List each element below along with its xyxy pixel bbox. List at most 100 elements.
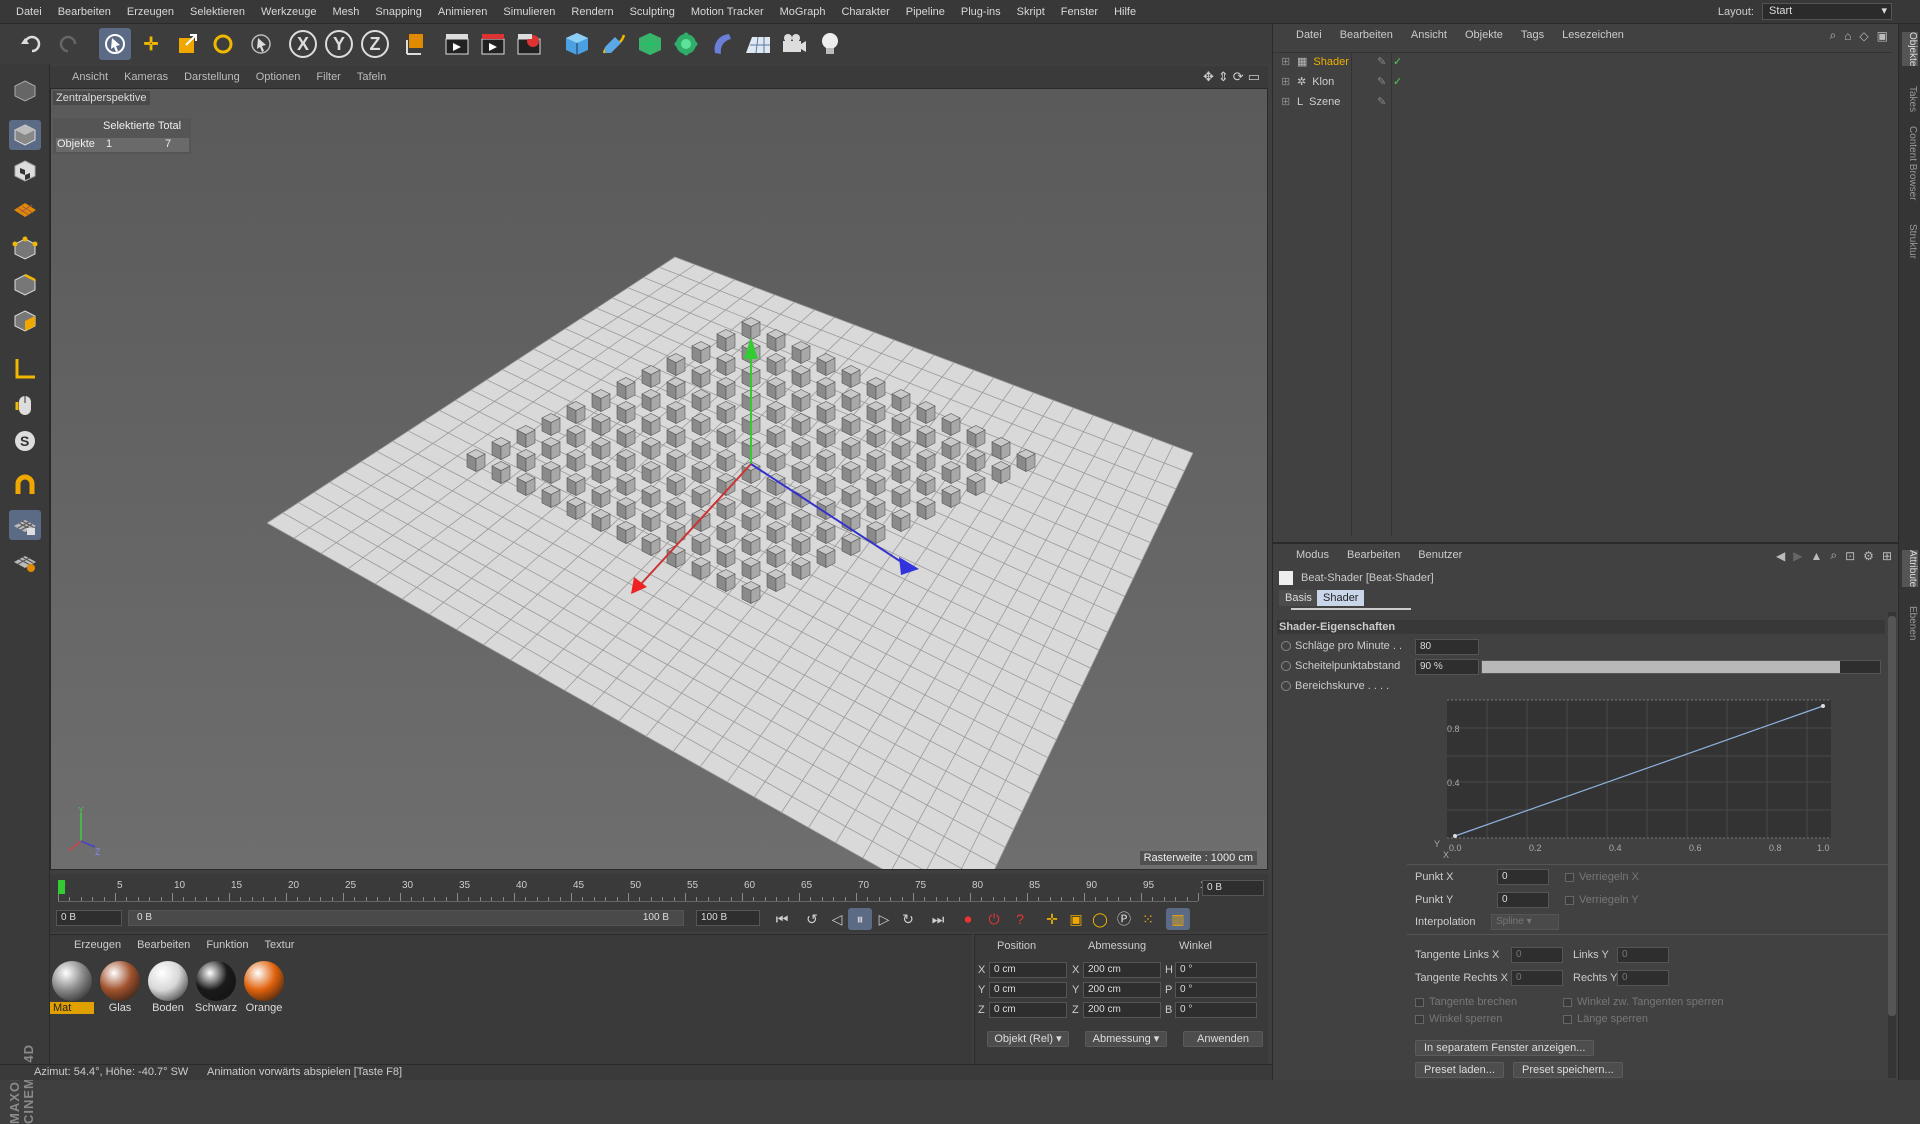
menu-motion-tracker[interactable]: Motion Tracker bbox=[683, 0, 772, 24]
key-parameter-button[interactable]: Ⓟ bbox=[1112, 908, 1136, 930]
edit-visibility-icon[interactable]: ✎ bbox=[1377, 92, 1386, 112]
rotate-tool-button[interactable] bbox=[207, 28, 239, 60]
menu-rendern[interactable]: Rendern bbox=[563, 0, 621, 24]
lock-length-checkbox[interactable]: Länge sperren bbox=[1563, 1012, 1648, 1026]
axis-x-lock[interactable]: X bbox=[289, 30, 317, 58]
peak-slider[interactable] bbox=[1481, 660, 1881, 674]
tangent-left-y-field[interactable]: 0 bbox=[1617, 947, 1669, 963]
play-pause-button[interactable]: ⏸ bbox=[848, 908, 872, 930]
open-separate-window-button[interactable]: In separatem Fenster anzeigen... bbox=[1415, 1040, 1595, 1056]
obj-menu-lesezeichen[interactable]: Lesezeichen bbox=[1553, 24, 1633, 46]
pan-icon[interactable]: ✥ bbox=[1203, 69, 1214, 85]
range-slider[interactable]: 0 B 100 B bbox=[128, 910, 684, 926]
mograph-cloner-button[interactable] bbox=[670, 28, 702, 60]
light-button[interactable] bbox=[814, 28, 846, 60]
tweak-mode-button[interactable] bbox=[9, 390, 41, 420]
make-editable-button[interactable] bbox=[9, 76, 41, 106]
layer-icon[interactable]: ◇ bbox=[1859, 29, 1868, 43]
material-swatch[interactable]: Orange bbox=[242, 959, 286, 1017]
rotation-b-field[interactable]: 0 ° bbox=[1175, 1002, 1257, 1018]
menu-fenster[interactable]: Fenster bbox=[1053, 0, 1106, 24]
edit-visibility-icon[interactable]: ✎ bbox=[1377, 52, 1386, 72]
attr-menu-bearbeiten[interactable]: Bearbeiten bbox=[1338, 544, 1409, 566]
menu-werkzeuge[interactable]: Werkzeuge bbox=[253, 0, 324, 24]
search-icon[interactable]: ⌕ bbox=[1830, 548, 1837, 563]
enabled-check-icon[interactable]: ✓ bbox=[1393, 72, 1402, 92]
go-to-end-button[interactable]: ⏭ bbox=[926, 908, 950, 930]
lock-icon[interactable]: ⊡ bbox=[1845, 549, 1855, 563]
obj-menu-ansicht[interactable]: Ansicht bbox=[1402, 24, 1456, 46]
deformer-button[interactable] bbox=[706, 28, 738, 60]
lock-y-checkbox[interactable]: Verriegeln Y bbox=[1565, 893, 1639, 907]
bpm-field[interactable]: 80 bbox=[1415, 639, 1479, 655]
tangent-left-x-field[interactable]: 0 bbox=[1511, 947, 1563, 963]
planar-workplane-button[interactable] bbox=[9, 546, 41, 576]
object-row-szene[interactable]: ⊞ L Szene ✎ bbox=[1281, 92, 1386, 112]
expand-toggle-icon[interactable]: ⊞ bbox=[1281, 72, 1291, 92]
render-picture-viewer-button[interactable] bbox=[477, 28, 509, 60]
side-tab-struktur[interactable]: Struktur bbox=[1902, 224, 1918, 259]
menu-sculpting[interactable]: Sculpting bbox=[622, 0, 683, 24]
material-swatch[interactable]: Schwarz bbox=[194, 959, 238, 1017]
expand-icon[interactable]: ▣ bbox=[1877, 29, 1888, 43]
object-row-shader[interactable]: ⊞ ▦ Shader ✎ ✓ bbox=[1281, 52, 1402, 72]
menu-plugins[interactable]: Plug-ins bbox=[953, 0, 1009, 24]
render-view-button[interactable] bbox=[441, 28, 473, 60]
undo-button[interactable] bbox=[16, 28, 48, 60]
menu-snapping[interactable]: Snapping bbox=[367, 0, 430, 24]
attr-menu-modus[interactable]: Modus bbox=[1287, 544, 1338, 566]
up-arrow-icon[interactable]: ▲ bbox=[1810, 549, 1822, 563]
polygons-mode-button[interactable] bbox=[9, 306, 41, 336]
new-panel-icon[interactable]: ⊞ bbox=[1882, 549, 1892, 563]
snapping-button[interactable]: S bbox=[9, 426, 41, 456]
spline-pen-button[interactable] bbox=[598, 28, 630, 60]
menu-selektieren[interactable]: Selektieren bbox=[182, 0, 253, 24]
workplane-mode-button[interactable] bbox=[9, 192, 41, 222]
size-x-field[interactable]: 200 cm bbox=[1083, 962, 1161, 978]
expand-toggle-icon[interactable]: ⊞ bbox=[1281, 92, 1291, 112]
lock-angle-checkbox[interactable]: Winkel sperren bbox=[1415, 1012, 1502, 1026]
go-to-start-button[interactable]: ⏮ bbox=[770, 908, 794, 930]
current-frame-field[interactable]: 0 B bbox=[1202, 880, 1264, 896]
punkt-x-field[interactable]: 0 bbox=[1497, 869, 1549, 885]
spline-point-end[interactable] bbox=[1821, 704, 1825, 708]
texture-mode-button[interactable] bbox=[9, 156, 41, 186]
axis-y-lock[interactable]: Y bbox=[325, 30, 353, 58]
magnet-button[interactable] bbox=[9, 472, 41, 502]
keyframe-selection-button[interactable]: ? bbox=[1008, 908, 1032, 930]
points-mode-button[interactable] bbox=[9, 234, 41, 264]
camera-label[interactable]: Zentralperspektive bbox=[53, 91, 150, 105]
attr-scrollbar[interactable] bbox=[1888, 612, 1896, 1078]
mat-menu-textur[interactable]: Textur bbox=[257, 935, 303, 955]
previous-frame-button[interactable]: ◁ bbox=[825, 908, 849, 930]
scale-tool-button[interactable] bbox=[171, 28, 203, 60]
attr-menu-benutzer[interactable]: Benutzer bbox=[1409, 544, 1471, 566]
playhead[interactable] bbox=[58, 880, 65, 894]
attr-scrollbar-thumb[interactable] bbox=[1888, 616, 1896, 1016]
save-preset-button[interactable]: Preset speichern... bbox=[1513, 1062, 1623, 1078]
key-rotation-button[interactable]: ◯ bbox=[1088, 908, 1112, 930]
cube-button[interactable] bbox=[561, 28, 593, 60]
3d-viewport[interactable]: Zentralperspektive Selektierte Total Obj… bbox=[50, 88, 1268, 870]
orbit-icon[interactable]: ⟳ bbox=[1233, 69, 1244, 85]
zoom-icon[interactable]: ⇕ bbox=[1218, 69, 1229, 85]
break-tangents-checkbox[interactable]: Tangente brechen bbox=[1415, 995, 1517, 1009]
timeline-window-button[interactable]: ▥ bbox=[1166, 908, 1190, 930]
workplane-lock-button[interactable] bbox=[9, 510, 41, 540]
tab-basis[interactable]: Basis bbox=[1279, 590, 1318, 606]
size-mode-select[interactable]: Abmessung ▾ bbox=[1085, 1031, 1167, 1047]
obj-menu-tags[interactable]: Tags bbox=[1512, 24, 1553, 46]
mat-menu-funktion[interactable]: Funktion bbox=[198, 935, 256, 955]
menu-hilfe[interactable]: Hilfe bbox=[1106, 0, 1144, 24]
menu-skript[interactable]: Skript bbox=[1009, 0, 1053, 24]
redo-button[interactable] bbox=[52, 28, 84, 60]
search-icon[interactable]: ⌕ bbox=[1829, 28, 1836, 43]
select-tool-button[interactable] bbox=[99, 28, 131, 60]
side-tab-objekte[interactable]: Objekte bbox=[1902, 32, 1918, 67]
model-mode-button[interactable] bbox=[9, 120, 41, 150]
obj-menu-objekte[interactable]: Objekte bbox=[1456, 24, 1512, 46]
tangent-right-y-field[interactable]: 0 bbox=[1617, 970, 1669, 986]
vp-menu-filter[interactable]: Filter bbox=[308, 66, 348, 88]
enabled-check-icon[interactable]: ✓ bbox=[1393, 52, 1402, 72]
menu-mograph[interactable]: MoGraph bbox=[772, 0, 834, 24]
